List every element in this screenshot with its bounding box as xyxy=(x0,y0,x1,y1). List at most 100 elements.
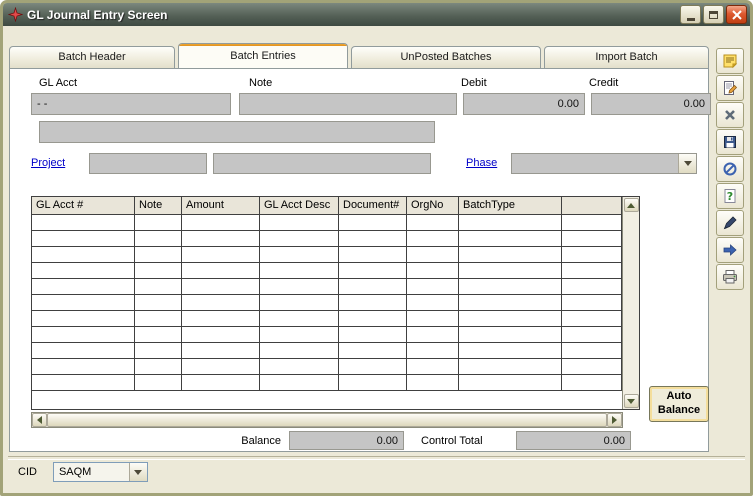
cancel-button[interactable] xyxy=(716,156,744,182)
grid-column-header[interactable]: Note xyxy=(135,197,182,214)
grid-cell[interactable] xyxy=(182,295,260,310)
grid-cell[interactable] xyxy=(459,295,562,310)
grid-row[interactable] xyxy=(32,375,622,391)
notes-button[interactable] xyxy=(716,48,744,74)
auto-balance-button[interactable]: Auto Balance xyxy=(649,386,709,422)
grid-column-header[interactable]: BatchType xyxy=(459,197,562,214)
grid-column-header[interactable]: GL Acct # xyxy=(32,197,135,214)
grid-cell[interactable] xyxy=(135,247,182,262)
grid-cell[interactable] xyxy=(260,215,339,230)
grid-cell[interactable] xyxy=(459,231,562,246)
grid-row[interactable] xyxy=(32,327,622,343)
grid-cell[interactable] xyxy=(182,231,260,246)
grid-cell[interactable] xyxy=(182,327,260,342)
grid-cell[interactable] xyxy=(32,215,135,230)
grid-cell[interactable] xyxy=(459,343,562,358)
grid-cell[interactable] xyxy=(260,295,339,310)
delete-button[interactable] xyxy=(716,102,744,128)
grid-cell[interactable] xyxy=(339,295,407,310)
grid-cell[interactable] xyxy=(135,375,182,390)
tab-batch-header[interactable]: Batch Header xyxy=(9,46,175,68)
grid-column-header[interactable]: GL Acct Desc xyxy=(260,197,339,214)
grid-row[interactable] xyxy=(32,263,622,279)
cid-dropdown[interactable]: SAQM xyxy=(53,462,148,482)
grid-cell[interactable] xyxy=(182,215,260,230)
scroll-right-button[interactable] xyxy=(607,413,622,427)
grid-cell[interactable] xyxy=(135,295,182,310)
grid-cell[interactable] xyxy=(260,359,339,374)
save-button[interactable] xyxy=(716,129,744,155)
grid-cell[interactable] xyxy=(562,295,622,310)
grid-cell[interactable] xyxy=(459,327,562,342)
grid-cell[interactable] xyxy=(459,215,562,230)
cid-dropdown-button[interactable] xyxy=(129,463,147,481)
grid-cell[interactable] xyxy=(135,311,182,326)
scroll-left-button[interactable] xyxy=(32,413,47,427)
grid-cell[interactable] xyxy=(260,311,339,326)
gl-acct-input[interactable]: - - xyxy=(31,93,231,115)
tab-unposted-batches[interactable]: UnPosted Batches xyxy=(351,46,541,68)
grid-cell[interactable] xyxy=(407,375,459,390)
grid-cell[interactable] xyxy=(182,375,260,390)
grid-cell[interactable] xyxy=(562,311,622,326)
grid-cell[interactable] xyxy=(339,215,407,230)
phase-dropdown[interactable] xyxy=(511,153,697,174)
tab-import-batch[interactable]: Import Batch xyxy=(544,46,709,68)
grid-cell[interactable] xyxy=(459,359,562,374)
grid-cell[interactable] xyxy=(32,247,135,262)
grid-cell[interactable] xyxy=(339,359,407,374)
phase-link[interactable]: Phase xyxy=(466,157,497,169)
grid-cell[interactable] xyxy=(562,215,622,230)
gl-acct-desc-input[interactable] xyxy=(39,121,435,143)
grid-column-header[interactable]: OrgNo xyxy=(407,197,459,214)
grid-cell[interactable] xyxy=(260,247,339,262)
grid-cell[interactable] xyxy=(459,247,562,262)
grid-row[interactable] xyxy=(32,311,622,327)
grid-cell[interactable] xyxy=(562,375,622,390)
debit-input[interactable]: 0.00 xyxy=(463,93,585,115)
grid-cell[interactable] xyxy=(135,343,182,358)
grid-cell[interactable] xyxy=(32,359,135,374)
grid-cell[interactable] xyxy=(339,231,407,246)
grid-cell[interactable] xyxy=(32,279,135,294)
control-total-field[interactable]: 0.00 xyxy=(516,431,631,450)
grid-cell[interactable] xyxy=(562,231,622,246)
grid-cell[interactable] xyxy=(459,311,562,326)
grid-cell[interactable] xyxy=(407,327,459,342)
grid-cell[interactable] xyxy=(339,247,407,262)
grid-cell[interactable] xyxy=(562,359,622,374)
forward-button[interactable] xyxy=(716,237,744,263)
grid-cell[interactable] xyxy=(260,343,339,358)
grid-cell[interactable] xyxy=(339,263,407,278)
grid-cell[interactable] xyxy=(135,279,182,294)
grid-cell[interactable] xyxy=(182,247,260,262)
grid-horizontal-scrollbar[interactable] xyxy=(31,412,623,428)
grid-cell[interactable] xyxy=(407,247,459,262)
grid-row[interactable] xyxy=(32,231,622,247)
grid-cell[interactable] xyxy=(339,279,407,294)
grid-cell[interactable] xyxy=(562,327,622,342)
grid-cell[interactable] xyxy=(562,343,622,358)
grid-cell[interactable] xyxy=(182,359,260,374)
phase-dropdown-button[interactable] xyxy=(678,154,696,173)
grid-row[interactable] xyxy=(32,279,622,295)
grid-cell[interactable] xyxy=(135,327,182,342)
grid-row[interactable] xyxy=(32,359,622,375)
title-bar[interactable]: GL Journal Entry Screen xyxy=(3,3,750,26)
edit-button[interactable] xyxy=(716,75,744,101)
minimize-button[interactable] xyxy=(680,5,701,24)
grid-cell[interactable] xyxy=(459,375,562,390)
project-link[interactable]: Project xyxy=(31,157,65,169)
grid-cell[interactable] xyxy=(260,279,339,294)
grid-vertical-scrollbar[interactable] xyxy=(622,197,639,409)
grid-cell[interactable] xyxy=(407,231,459,246)
grid-cell[interactable] xyxy=(260,327,339,342)
grid-cell[interactable] xyxy=(407,279,459,294)
help-button[interactable]: ? xyxy=(716,183,744,209)
scroll-down-button[interactable] xyxy=(624,394,639,408)
grid-cell[interactable] xyxy=(32,375,135,390)
grid-cell[interactable] xyxy=(407,343,459,358)
grid-column-header[interactable]: Amount xyxy=(182,197,260,214)
grid-cell[interactable] xyxy=(562,247,622,262)
grid-cell[interactable] xyxy=(32,295,135,310)
